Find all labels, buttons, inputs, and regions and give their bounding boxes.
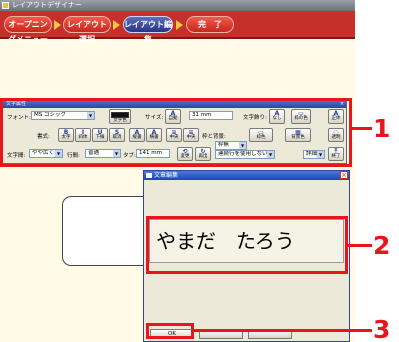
callout-number-1: 1: [373, 114, 391, 143]
callout-leader-2: [348, 244, 372, 247]
app-icon: [2, 2, 9, 9]
layout-text-frame[interactable]: [62, 196, 152, 266]
step-navigation: オープニングメニュー レイアウト選択 レイアウト編集 完 了: [0, 11, 355, 44]
callout-box-2: [146, 216, 348, 274]
window-title: レイアウトデザイナー: [12, 1, 82, 9]
step-finish[interactable]: 完 了: [186, 16, 234, 33]
step-arrow-icon: [176, 20, 183, 30]
callout-box-1: [0, 98, 352, 167]
step-layout-select[interactable]: レイアウト選択: [63, 16, 111, 44]
callout-number-2: 2: [373, 231, 391, 260]
callout-number-3: 3: [373, 315, 391, 342]
callout-box-3: [146, 323, 194, 339]
callout-leader-3: [194, 329, 372, 332]
dialog-title: 文章編集: [154, 172, 179, 179]
close-icon[interactable]: ×: [340, 171, 348, 179]
title-bar: レイアウトデザイナー: [0, 0, 355, 11]
dialog-icon: [146, 173, 152, 178]
step-arrow-icon: [54, 20, 61, 30]
callout-leader-1: [352, 127, 372, 130]
step-layout-edit[interactable]: レイアウト編集: [123, 16, 173, 44]
step-arrow-icon: [113, 20, 120, 30]
dialog-title-bar: 文章編集: [144, 171, 349, 180]
step-opening-menu[interactable]: オープニングメニュー: [4, 16, 52, 44]
